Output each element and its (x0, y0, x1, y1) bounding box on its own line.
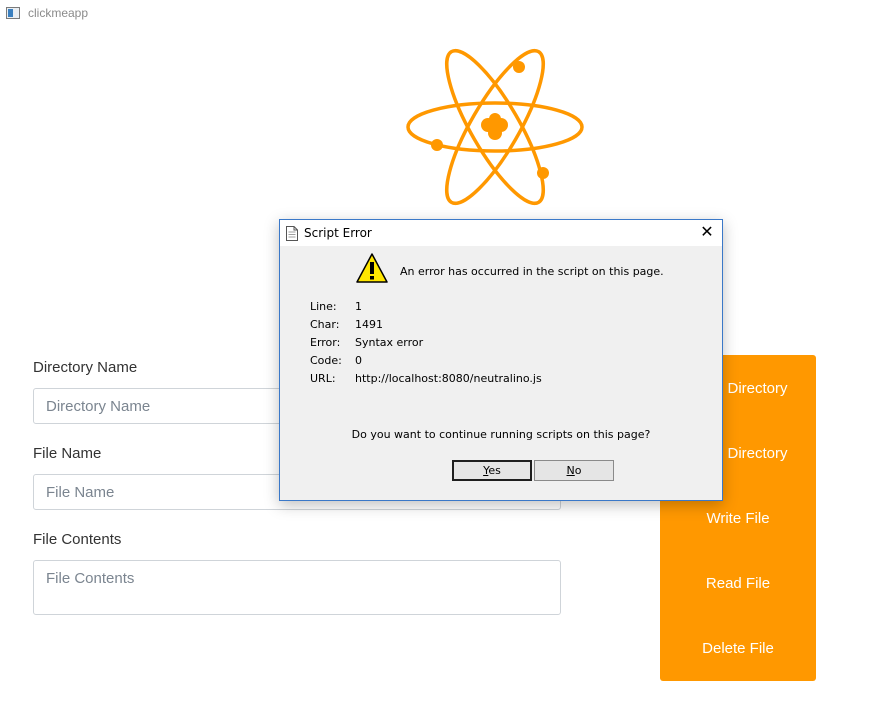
directory-name-placeholder: Directory Name (46, 398, 151, 415)
url-value: http://localhost:8080/neutralino.js (355, 372, 542, 385)
file-contents-label: File Contents (33, 531, 122, 548)
no-access-key: N (566, 464, 575, 477)
window-title: clickmeapp (28, 6, 89, 20)
no-button[interactable]: No (534, 460, 614, 481)
code-key: Code: (310, 354, 342, 367)
document-icon (286, 226, 298, 241)
dialog-titlebar: Script Error ✕ (280, 220, 722, 246)
close-icon[interactable]: ✕ (696, 222, 718, 244)
line-value: 1 (355, 300, 362, 313)
file-name-label: File Name (33, 445, 102, 462)
error-message: An error has occurred in the script on t… (400, 265, 664, 278)
char-key: Char: (310, 318, 340, 331)
error-value: Syntax error (355, 336, 424, 349)
code-value: 0 (355, 354, 362, 367)
delete-file-button[interactable]: Delete File (660, 616, 816, 681)
char-value: 1491 (355, 318, 383, 331)
line-key: Line: (310, 300, 337, 313)
url-key: URL: (310, 372, 336, 385)
script-error-dialog: Script Error ✕ An error has occurred in … (279, 219, 723, 501)
dialog-title: Script Error (304, 226, 372, 240)
yes-button[interactable]: Yes (452, 460, 532, 481)
window-titlebar: clickmeapp (0, 0, 892, 28)
error-key: Error: (310, 336, 341, 349)
read-file-button[interactable]: Read File (660, 551, 816, 616)
file-contents-textarea[interactable]: File Contents (33, 560, 561, 615)
atom-icon (406, 48, 584, 206)
app-window-icon (6, 7, 20, 19)
warning-icon (356, 253, 388, 283)
file-contents-placeholder: File Contents (46, 570, 135, 587)
continue-question: Do you want to continue running scripts … (351, 428, 651, 441)
yes-label-rest: es (488, 464, 501, 477)
file-name-placeholder: File Name (46, 484, 115, 501)
directory-name-label: Directory Name (33, 359, 138, 376)
no-label-rest: o (574, 464, 582, 477)
